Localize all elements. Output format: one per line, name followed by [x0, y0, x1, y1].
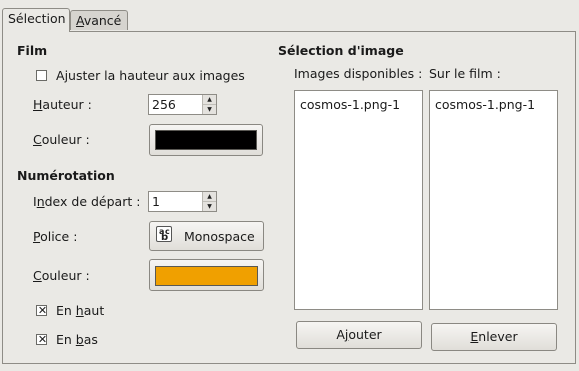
list-item[interactable]: cosmos-1.png-1	[435, 97, 535, 112]
film-color-swatch	[155, 130, 257, 150]
film-heading: Film	[17, 43, 48, 58]
add-button[interactable]: Ajouter	[296, 321, 422, 349]
numbering-color-swatch	[155, 266, 258, 286]
numbering-heading: Numérotation	[17, 168, 115, 183]
available-images-label: Images disponibles :	[294, 66, 423, 81]
font-button[interactable]: a c b Monospace	[149, 221, 264, 251]
top-label[interactable]: En haut	[56, 303, 104, 318]
font-button-label: Monospace	[184, 229, 255, 244]
film-color-label: Couleur :	[33, 132, 90, 147]
check-icon: ✕	[37, 304, 48, 317]
numbering-color-label: Couleur :	[33, 268, 90, 283]
height-value: 256	[152, 97, 176, 112]
font-icon: a c b	[156, 226, 172, 243]
remove-button[interactable]: Enlever	[431, 323, 557, 351]
add-button-label: Ajouter	[336, 327, 382, 342]
on-film-label: Sur le film :	[429, 66, 501, 81]
start-index-spinbutton[interactable]: 1 ▲ ▼	[148, 191, 217, 212]
tab-advanced[interactable]: Avancé	[70, 10, 128, 30]
height-spinbutton[interactable]: 256 ▲ ▼	[148, 94, 217, 115]
spin-down-icon[interactable]: ▼	[203, 202, 216, 211]
available-images-list[interactable]: cosmos-1.png-1	[294, 90, 423, 310]
top-checkbox[interactable]: ✕	[36, 304, 48, 317]
height-label: Hauteur :	[33, 97, 92, 112]
bottom-label[interactable]: En bas	[56, 332, 98, 347]
start-index-spin-arrows[interactable]: ▲ ▼	[202, 192, 216, 211]
image-selection-heading: Sélection d'image	[278, 43, 404, 58]
start-index-value: 1	[152, 194, 160, 209]
check-icon: ✕	[37, 333, 48, 346]
on-film-list[interactable]: cosmos-1.png-1	[429, 90, 558, 310]
tab-selection[interactable]: Sélection	[2, 8, 70, 32]
spin-down-icon[interactable]: ▼	[203, 105, 216, 114]
tab-selection-label: Sélection	[8, 11, 66, 26]
start-index-label: Index de départ :	[33, 194, 141, 209]
numbering-color-button[interactable]	[149, 259, 264, 291]
list-item[interactable]: cosmos-1.png-1	[300, 97, 400, 112]
remove-button-label: Enlever	[470, 329, 518, 344]
font-label: Police :	[33, 229, 78, 244]
tab-advanced-label: Avancé	[76, 13, 122, 28]
fit-height-checkbox[interactable]	[36, 70, 47, 81]
bottom-checkbox[interactable]: ✕	[36, 333, 48, 346]
spin-up-icon[interactable]: ▲	[203, 192, 216, 202]
spin-up-icon[interactable]: ▲	[203, 95, 216, 105]
height-spin-arrows[interactable]: ▲ ▼	[202, 95, 216, 114]
film-color-button[interactable]	[149, 124, 263, 156]
fit-height-label[interactable]: Ajuster la hauteur aux images	[56, 68, 245, 83]
